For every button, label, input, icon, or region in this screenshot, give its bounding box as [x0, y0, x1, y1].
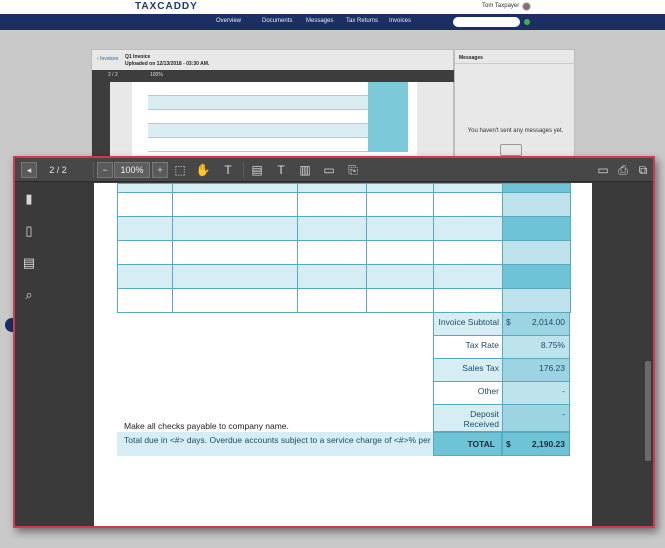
sales-tax-value: 176.23: [502, 359, 570, 382]
viewer-sidebar: ▮ ▯ ▤ ⌕: [15, 183, 45, 526]
scroll-thumb[interactable]: [645, 361, 651, 461]
table-row: [117, 240, 571, 265]
vertical-scrollbar[interactable]: [643, 183, 653, 526]
table-row: [117, 183, 571, 193]
total-currency: $: [506, 439, 511, 449]
save-icon[interactable]: ▭: [595, 162, 611, 178]
message-icon: [500, 144, 522, 156]
nav-overview[interactable]: Overview: [216, 18, 241, 24]
nav-tax-returns[interactable]: Tax Returns: [346, 18, 378, 24]
other-label: Other: [433, 382, 502, 405]
table-row: [117, 264, 571, 289]
subtotal-label: Invoice Subtotal: [433, 313, 502, 336]
messages-empty-text: You haven't sent any messages yet.: [467, 128, 564, 134]
text-box-icon[interactable]: T: [273, 162, 289, 178]
document-title: Q1 Invoice Uploaded on 12/13/2018 - 03:3…: [125, 54, 210, 67]
zoom-in-icon[interactable]: +: [152, 162, 168, 178]
table-row: [117, 288, 571, 313]
viewer-toolbar: ◂ 2 / 2 − 100% + ⬚ ✋ T ▤ T ▥ ▭ ⎘ ▭ ⎙ ⧉: [15, 158, 653, 182]
mini-sidebar: [92, 82, 110, 160]
print-icon[interactable]: ⎙: [615, 162, 631, 178]
sales-tax-label: Sales Tax: [433, 359, 502, 382]
status-icon: [524, 19, 530, 25]
payable-note: Make all checks payable to company name.: [124, 421, 289, 431]
other-value: -: [502, 382, 570, 405]
shape-icon[interactable]: ▭: [321, 162, 337, 178]
comment-icon[interactable]: ▤: [249, 162, 265, 178]
search-icon[interactable]: ⌕: [21, 287, 37, 303]
main-nav: Overview Documents Messages Tax Returns …: [0, 14, 665, 30]
pages-icon[interactable]: ▯: [21, 223, 37, 239]
select-tool-icon[interactable]: ⬚: [172, 162, 188, 178]
taxcaddy-logo[interactable]: TAXCADDY: [135, 1, 198, 12]
nav-invoices[interactable]: Invoices: [389, 18, 411, 24]
messages-title: Messages: [455, 50, 576, 64]
total-label: TOTAL: [433, 432, 502, 456]
tax-rate-label: Tax Rate: [433, 336, 502, 359]
pdf-viewer: ◂ 2 / 2 − 100% + ⬚ ✋ T ▤ T ▥ ▭ ⎘ ▭ ⎙ ⧉ ▮…: [13, 156, 655, 528]
zoom-out-icon[interactable]: −: [97, 162, 113, 178]
bookmark-icon[interactable]: ▮: [21, 191, 37, 207]
back-to-invoices-link[interactable]: ‹ Invoices: [97, 56, 118, 62]
mini-page-indicator: 2 / 2: [108, 72, 118, 78]
upload-date: Uploaded on 12/13/2018 - 03:30 AM.: [125, 61, 210, 67]
text-select-icon[interactable]: T: [220, 162, 236, 178]
tax-rate-value: 8.75%: [502, 336, 570, 359]
table-row: [117, 192, 571, 217]
mini-pdf-toolbar: 2 / 2 100%: [92, 70, 455, 82]
nav-documents[interactable]: Documents: [262, 18, 292, 24]
total-value: $ 2,190.23: [502, 432, 570, 456]
subtotal-value: $ 2,014.00: [502, 313, 570, 336]
page-indicator[interactable]: 2 / 2: [41, 162, 75, 178]
pdf-page: Invoice Subtotal $ 2,014.00 Tax Rate 8.7…: [94, 183, 592, 526]
nav-messages[interactable]: Messages: [306, 18, 333, 24]
hand-tool-icon[interactable]: ✋: [195, 162, 211, 178]
highlight-icon[interactable]: ▥: [297, 162, 313, 178]
mini-pdf-page: [132, 82, 417, 160]
user-menu[interactable]: Tom Taxpayer: [482, 3, 519, 9]
site-header: TAXCADDY Tom Taxpayer: [0, 0, 665, 14]
comments-icon[interactable]: ▤: [21, 255, 37, 271]
avatar[interactable]: [522, 2, 531, 11]
deposit-value: -: [502, 405, 570, 432]
mini-zoom-level: 100%: [150, 72, 163, 78]
messages-panel: Messages You haven't sent any messages y…: [454, 49, 576, 159]
due-terms-note: Total due in <#> days. Overdue accounts …: [117, 432, 459, 456]
invoice-items-table: [117, 183, 571, 313]
search-input[interactable]: [453, 17, 520, 27]
fullscreen-icon[interactable]: ⧉: [635, 162, 651, 178]
document-card: ‹ Invoices Q1 Invoice Uploaded on 12/13/…: [91, 49, 455, 160]
deposit-label: Deposit Received: [433, 405, 502, 432]
table-row: [117, 216, 571, 241]
stamp-icon[interactable]: ⎘: [345, 162, 361, 178]
subtotal-currency: $: [506, 317, 511, 327]
prev-page-icon[interactable]: ◂: [21, 162, 37, 178]
zoom-level[interactable]: 100%: [114, 162, 150, 178]
